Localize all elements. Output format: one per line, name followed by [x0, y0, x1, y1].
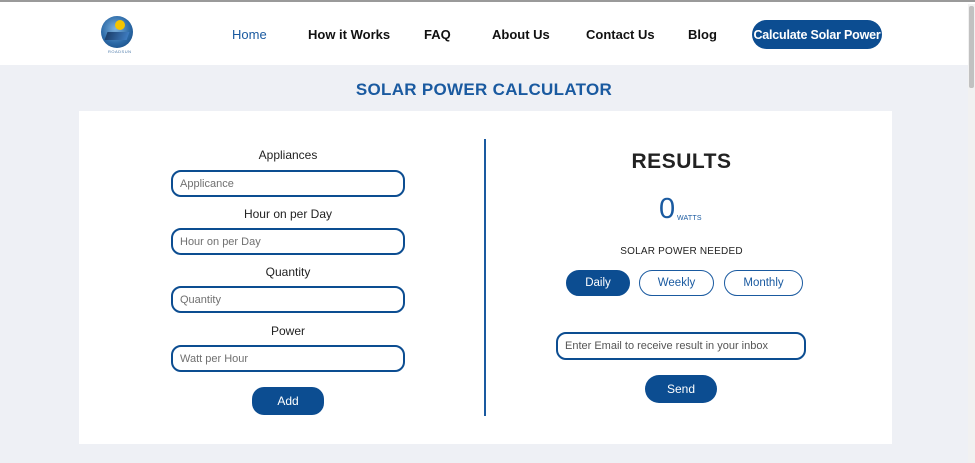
page-title: SOLAR POWER CALCULATOR [355, 80, 613, 99]
hours-per-day-input[interactable] [171, 228, 405, 255]
nav-link-about-us[interactable]: About Us [492, 27, 550, 42]
period-monthly-button[interactable]: Monthly [724, 270, 803, 296]
email-input[interactable] [556, 332, 806, 360]
solar-power-needed-label: SOLAR POWER NEEDED [620, 246, 743, 257]
nav-link-blog[interactable]: Blog [688, 27, 717, 42]
hours-label: Hour on per Day [243, 207, 333, 221]
nav-link-how-it-works[interactable]: How it Works [308, 27, 390, 42]
power-input[interactable] [171, 345, 405, 372]
column-divider [484, 139, 486, 416]
quantity-input[interactable] [171, 286, 405, 313]
calculate-solar-power-button[interactable]: Calculate Solar Power [752, 20, 882, 49]
results-title: RESULTS [631, 150, 732, 173]
nav-link-home[interactable]: Home [232, 27, 267, 42]
period-daily-button[interactable]: Daily [566, 270, 630, 296]
result-unit: WATTS [677, 215, 702, 222]
nav-link-contact-us[interactable]: Contact Us [586, 27, 655, 42]
sun-icon [115, 20, 125, 30]
appliances-label: Appliances [258, 148, 318, 162]
logo-caption: ROADSUN [108, 49, 132, 54]
nav-link-faq[interactable]: FAQ [424, 27, 451, 42]
site-logo[interactable] [101, 16, 133, 48]
scrollbar-thumb[interactable] [969, 6, 974, 88]
result-value: 0 [659, 193, 676, 225]
power-label: Power [270, 324, 305, 338]
send-button[interactable]: Send [645, 375, 717, 403]
quantity-label: Quantity [265, 265, 311, 279]
period-weekly-button[interactable]: Weekly [639, 270, 714, 296]
solar-panel-icon [104, 32, 130, 40]
appliance-input[interactable] [171, 170, 405, 197]
add-button[interactable]: Add [252, 387, 324, 415]
top-navbar: ROADSUN Home How it Works FAQ About Us C… [0, 4, 968, 65]
